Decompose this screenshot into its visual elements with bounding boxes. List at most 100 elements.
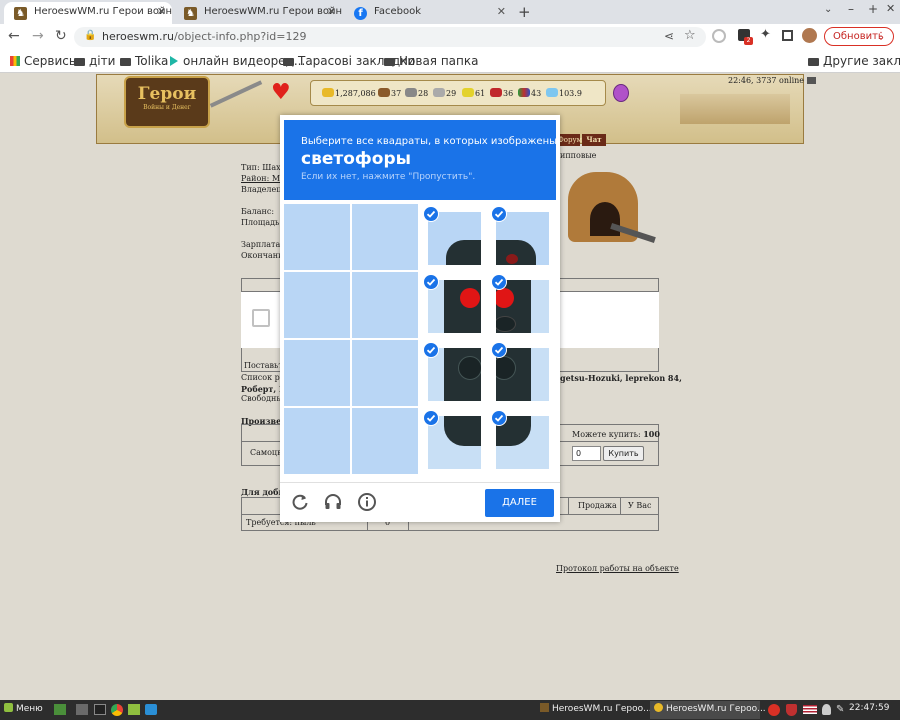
- folder-icon: [283, 58, 294, 66]
- bookmark-other[interactable]: Другие закладки: [808, 54, 900, 68]
- tab-heroes-1[interactable]: ♞ HeroeswWM.ru Герои войны и Де ✕: [4, 2, 172, 24]
- bookmark-tolika[interactable]: Tolika: [120, 54, 168, 68]
- reload-challenge-icon[interactable]: [290, 492, 310, 515]
- captcha-tile[interactable]: [352, 340, 418, 406]
- protocol-link[interactable]: Протокол работы на объекте: [556, 564, 679, 573]
- mana-potion-icon[interactable]: [613, 84, 629, 102]
- folder-app-icon[interactable]: [128, 704, 140, 715]
- close-tab-icon[interactable]: ✕: [157, 5, 166, 18]
- chrome-icon[interactable]: [111, 704, 123, 716]
- wood-icon: [378, 88, 390, 97]
- verify-button[interactable]: ДАЛЕЕ: [485, 489, 554, 517]
- mercury-icon: [433, 88, 445, 97]
- nav-forum[interactable]: Форум: [558, 134, 582, 146]
- bookmark-services[interactable]: Сервисы: [10, 54, 78, 68]
- info-icon[interactable]: [357, 492, 377, 515]
- info-district[interactable]: Район: Mi: [241, 173, 285, 184]
- share-icon[interactable]: ⋖: [664, 29, 674, 43]
- resource-value: 43: [531, 89, 542, 98]
- url-path: /object-info.php?id=129: [173, 30, 307, 43]
- captcha-checkbox[interactable]: [252, 309, 270, 327]
- terminal-icon[interactable]: [94, 704, 106, 715]
- reload-icon[interactable]: ↻: [55, 28, 67, 44]
- audio-challenge-icon[interactable]: [323, 492, 343, 515]
- workers-list-label: Список ра: [241, 373, 285, 382]
- captcha-tile[interactable]: [284, 340, 350, 406]
- maximize-icon[interactable]: +: [868, 2, 878, 16]
- nav-chat[interactable]: Чат: [582, 134, 606, 146]
- resource-value: 61: [475, 89, 486, 98]
- lock-icon: 🔒: [84, 30, 97, 41]
- new-tab-button[interactable]: +: [518, 3, 531, 21]
- game-logo[interactable]: Герои Войны и Денег: [124, 76, 210, 128]
- tab-heroes-2[interactable]: ♞ HeroeswWM.ru Герои войны и Д ✕: [174, 2, 342, 24]
- info-type: Тип: Шахт: [241, 163, 286, 172]
- tab-facebook[interactable]: f Facebook ✕: [344, 2, 512, 24]
- bookmark-label: Другие закладки: [823, 54, 900, 68]
- can-buy-label: Можете купить:: [572, 430, 641, 439]
- sulfur-icon: [462, 88, 474, 97]
- network-icon[interactable]: ✎: [836, 704, 844, 715]
- profile-avatar[interactable]: [802, 28, 817, 43]
- forward-icon[interactable]: →: [32, 28, 44, 44]
- mine-picture: [560, 168, 660, 260]
- facebook-favicon-icon: f: [354, 7, 367, 20]
- update-button[interactable]: Обновить ⋮: [824, 27, 894, 46]
- info-balance: Баланс:: [241, 207, 275, 216]
- health-heart-icon[interactable]: ♥: [271, 80, 291, 105]
- file-manager-icon[interactable]: [76, 704, 88, 715]
- captcha-tile[interactable]: [284, 272, 350, 338]
- tab-search-icon[interactable]: ⌄: [824, 4, 832, 15]
- info-salary: Зарплата:: [241, 240, 283, 249]
- bookmark-star-icon[interactable]: ☆: [684, 28, 696, 43]
- captcha-tile[interactable]: [352, 204, 418, 270]
- selected-check-icon: [491, 410, 507, 426]
- logo-text: Герои: [137, 84, 197, 104]
- free-slots-text: Свободны: [241, 394, 283, 403]
- address-bar[interactable]: 🔒 heroeswm.ru/object-info.php?id=129 ⋖ ☆: [74, 27, 706, 47]
- resource-value: 1,287,086: [335, 89, 376, 98]
- url-text: heroeswm.ru/object-info.php?id=129: [102, 30, 307, 43]
- bookmark-label: діти: [89, 54, 116, 68]
- nav-chat-label: Чат: [586, 135, 602, 144]
- info-area: Площадь:: [241, 218, 283, 227]
- taskbar-window-1[interactable]: HeroesWM.ru Героо...: [540, 703, 652, 714]
- bookmark-children[interactable]: діти: [74, 54, 115, 68]
- captcha-tile[interactable]: [352, 408, 418, 474]
- show-desktop-icon[interactable]: [54, 704, 66, 715]
- side-panel-icon[interactable]: [782, 30, 793, 41]
- shield-icon[interactable]: [786, 704, 797, 716]
- us-keyboard-layout-icon[interactable]: [803, 705, 817, 714]
- apps-grid-icon: [10, 56, 20, 66]
- ore-resource: 28: [405, 88, 428, 98]
- start-menu-button[interactable]: Меню: [4, 703, 43, 714]
- captcha-tile[interactable]: [284, 204, 350, 270]
- back-icon[interactable]: ←: [8, 28, 20, 44]
- selected-check-icon: [423, 410, 439, 426]
- tab-title: HeroeswWM.ru Герои войны и Д: [204, 6, 342, 17]
- quantity-input[interactable]: 0: [572, 446, 601, 461]
- mercury-resource: 29: [433, 88, 456, 98]
- menu-label: Меню: [16, 704, 43, 714]
- close-window-icon[interactable]: ✕: [886, 2, 895, 15]
- close-tab-icon[interactable]: ✕: [327, 5, 336, 18]
- divider: [568, 497, 569, 514]
- user-icon[interactable]: [822, 704, 831, 715]
- vpn-extension-icon[interactable]: [712, 29, 726, 43]
- divider: [620, 497, 621, 514]
- workers-list-names[interactable]: getsu-Hozuki, leprekon 84,: [560, 373, 682, 383]
- close-tab-icon[interactable]: ✕: [497, 5, 506, 18]
- taskbar-window-2[interactable]: HeroesWM.ru Героо...: [654, 703, 766, 714]
- skype-icon[interactable]: [145, 704, 157, 715]
- wood-resource: 37: [378, 88, 401, 98]
- notification-icon[interactable]: [768, 704, 780, 716]
- puzzle-extensions-icon[interactable]: ✦: [760, 27, 771, 42]
- bookmark-new-folder[interactable]: Новая папка: [384, 54, 478, 68]
- gems-resource: 43: [518, 88, 541, 98]
- clock[interactable]: 22:47:59: [849, 703, 889, 713]
- minimize-icon[interactable]: –: [848, 2, 854, 16]
- mail-icon[interactable]: [806, 77, 816, 84]
- buy-button[interactable]: Купить: [603, 446, 644, 461]
- captcha-tile[interactable]: [352, 272, 418, 338]
- captcha-tile[interactable]: [284, 408, 350, 474]
